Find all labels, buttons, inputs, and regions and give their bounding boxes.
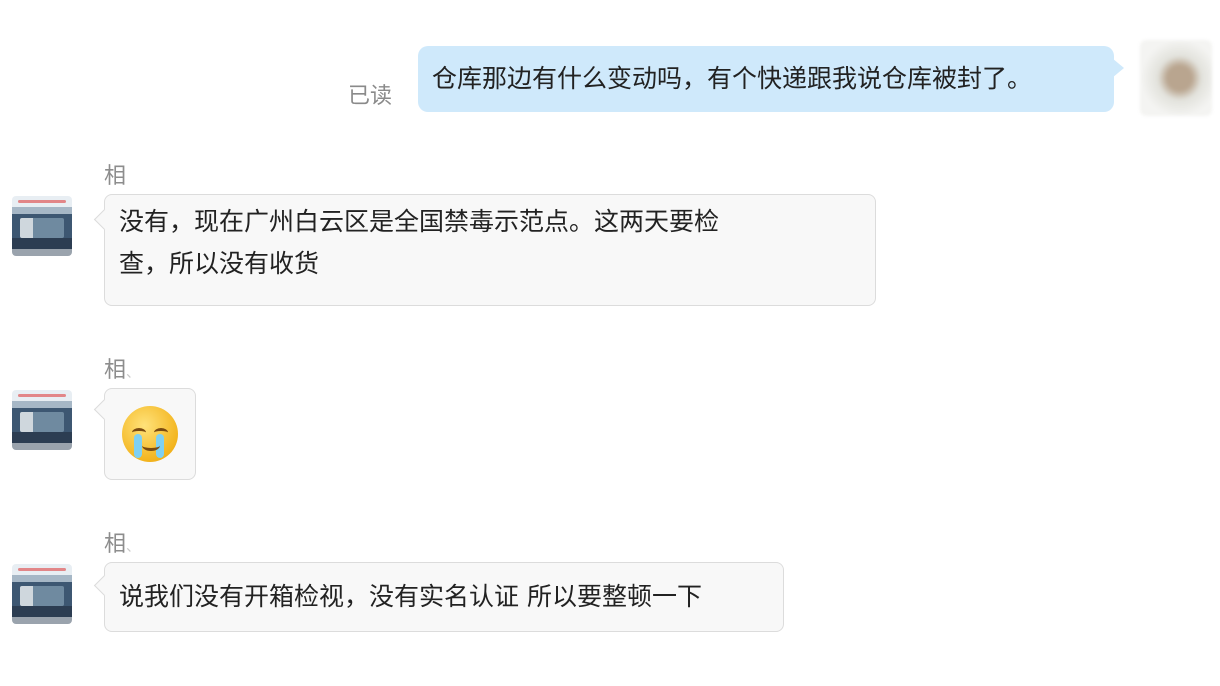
crying-face-emoji-icon bbox=[122, 406, 178, 462]
outgoing-message-bubble[interactable]: 仓库那边有什么变动吗，有个快递跟我说仓库被封了。 bbox=[418, 46, 1114, 112]
avatar-watermark bbox=[18, 568, 66, 571]
incoming-message-bubble[interactable]: 说我们没有开箱检视，没有实名认证 所以要整顿一下 bbox=[104, 562, 784, 632]
incoming-emoji-bubble[interactable] bbox=[104, 388, 196, 480]
avatar-image bbox=[20, 586, 64, 606]
bubble-tail bbox=[1112, 58, 1124, 78]
message-text: 说我们没有开箱检视，没有实名认证 所以要整顿一下 bbox=[119, 582, 702, 611]
contact-avatar[interactable] bbox=[12, 196, 72, 256]
message-line: 没有，现在广州白云区是全国禁毒示范点。这两天要检 bbox=[119, 207, 720, 236]
avatar-image bbox=[20, 412, 64, 432]
contact-avatar[interactable] bbox=[12, 390, 72, 450]
contact-avatar[interactable] bbox=[12, 564, 72, 624]
read-receipt: 已读 bbox=[347, 84, 392, 109]
avatar-watermark bbox=[18, 200, 66, 203]
sender-name: 相、 bbox=[104, 532, 141, 557]
user-avatar[interactable] bbox=[1140, 40, 1212, 116]
avatar-image bbox=[20, 218, 64, 238]
incoming-message-bubble[interactable]: 没有，现在广州白云区是全国禁毒示范点。这两天要检 查，所以没有收货 bbox=[104, 194, 876, 306]
sender-name: 相 bbox=[104, 164, 127, 189]
avatar-watermark bbox=[18, 394, 66, 397]
message-text: 仓库那边有什么变动吗，有个快递跟我说仓库被封了。 bbox=[432, 64, 1033, 93]
sender-name: 相、 bbox=[104, 358, 141, 383]
message-line: 查，所以没有收货 bbox=[119, 249, 320, 278]
